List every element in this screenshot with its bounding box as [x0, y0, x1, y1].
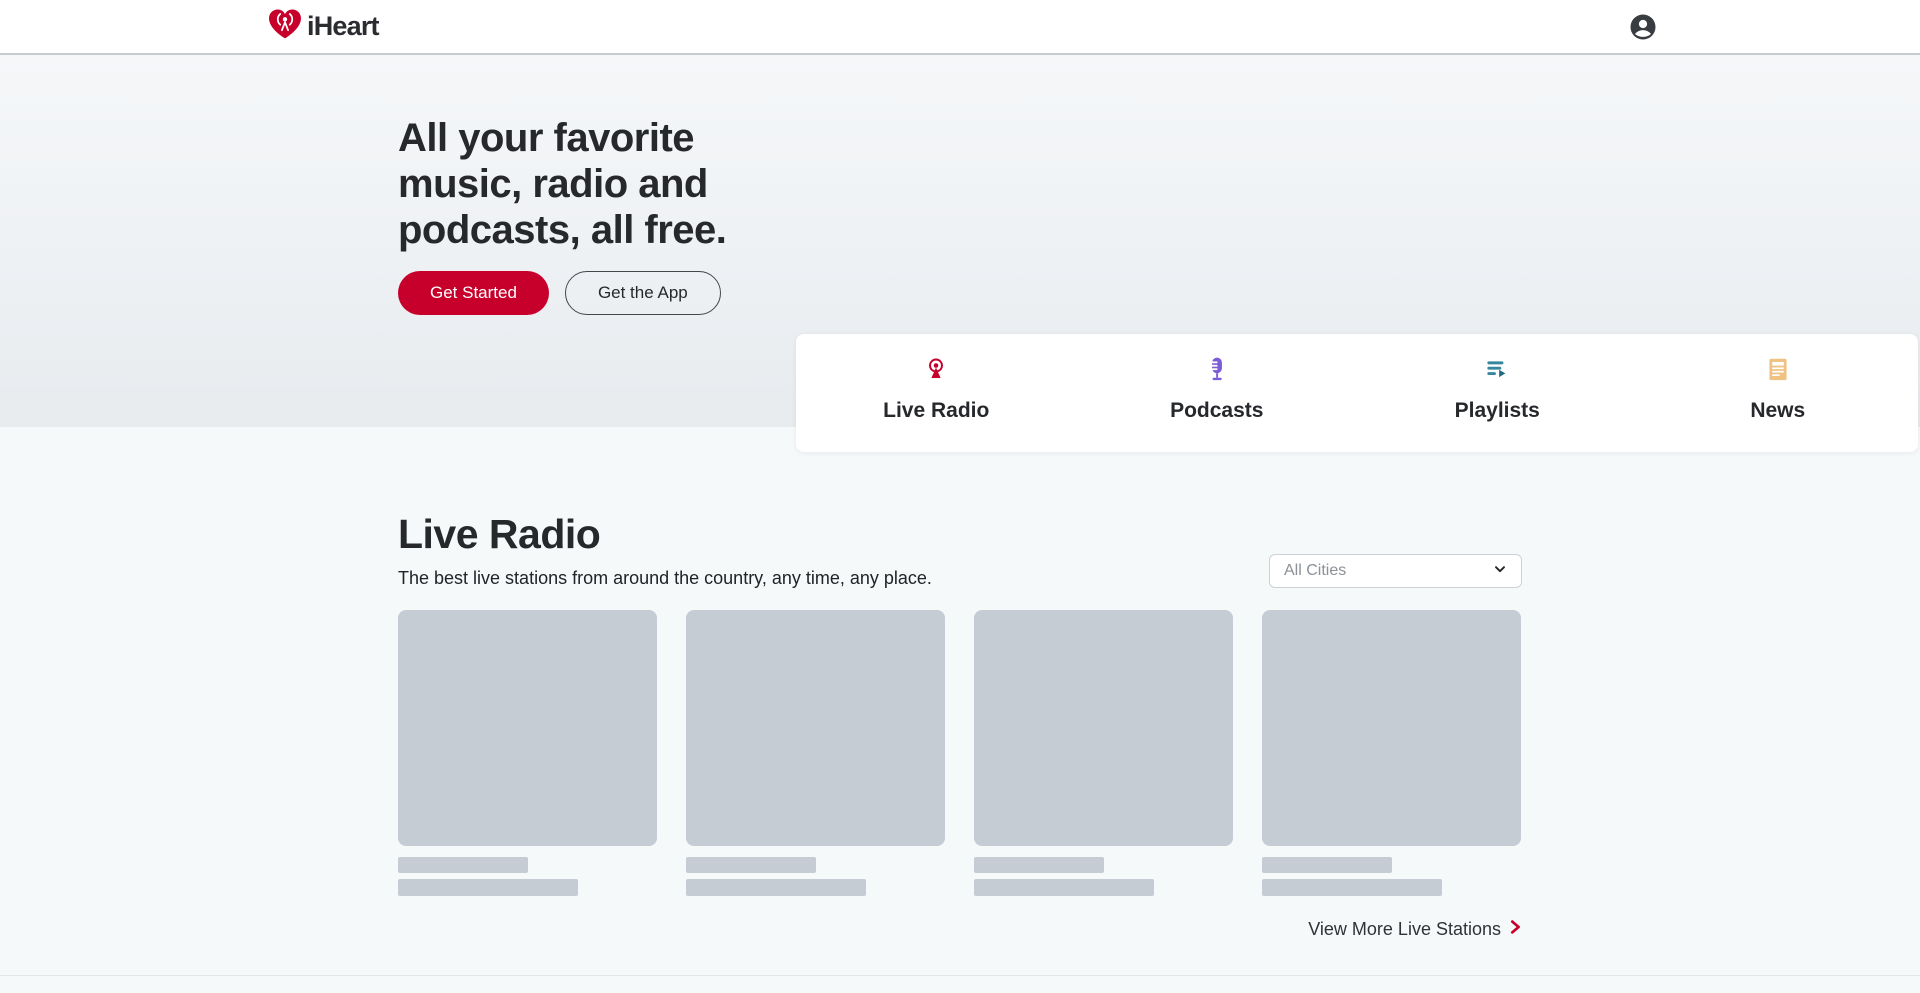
hero-heading-line: All your favorite [398, 115, 1920, 161]
skeleton-text-bar [686, 857, 816, 873]
station-tile-placeholder[interactable] [1262, 610, 1521, 846]
broadcast-icon [921, 355, 951, 390]
station-tile-placeholder[interactable] [686, 610, 945, 846]
skeleton-text-bar [974, 879, 1154, 896]
station-tile-placeholder[interactable] [398, 610, 657, 846]
view-more-row: View More Live Stations [398, 918, 1522, 941]
category-label: Playlists [1455, 399, 1540, 423]
skeleton-text-bar [1262, 879, 1442, 896]
chevron-down-icon [1492, 561, 1508, 582]
station-card-placeholder [686, 610, 945, 896]
top-nav: iHeart [0, 0, 1920, 55]
station-grid [398, 610, 1522, 896]
station-card-placeholder [398, 610, 657, 896]
account-circle-icon [1628, 30, 1658, 45]
city-filter-dropdown[interactable]: All Cities [1269, 554, 1522, 588]
skeleton-text-bar [398, 857, 528, 873]
station-tile-placeholder[interactable] [974, 610, 1233, 846]
category-label: News [1750, 399, 1805, 423]
hero-heading-line: podcasts, all free. [398, 207, 1920, 253]
category-item-live-radio[interactable]: Live Radio [796, 334, 1077, 452]
category-label: Podcasts [1170, 399, 1263, 423]
section-divider [0, 975, 1920, 976]
account-button[interactable] [1628, 12, 1658, 42]
hero-heading: All your favorite music, radio and podca… [398, 55, 1920, 253]
iheart-logo-icon [266, 8, 304, 46]
hero-section: All your favorite music, radio and podca… [0, 55, 1920, 427]
station-card-placeholder [974, 610, 1233, 896]
iheart-logo-text: iHeart [307, 11, 379, 42]
chevron-right-icon [1508, 918, 1522, 941]
get-started-button[interactable]: Get Started [398, 271, 549, 315]
skeleton-text-bar [398, 879, 578, 896]
live-radio-section: Live Radio The best live stations from a… [0, 427, 1920, 993]
live-radio-subtitle: The best live stations from around the c… [398, 568, 932, 589]
view-more-label: View More Live Stations [1308, 919, 1501, 940]
microphone-icon [1202, 355, 1232, 390]
hero-buttons: Get Started Get the App [398, 271, 1920, 315]
get-the-app-button[interactable]: Get the App [565, 271, 721, 315]
hero-heading-line: music, radio and [398, 161, 1920, 207]
iheart-logo[interactable]: iHeart [266, 8, 379, 46]
playlist-icon [1482, 355, 1512, 390]
city-filter-value: All Cities [1284, 562, 1346, 580]
station-card-placeholder [1262, 610, 1521, 896]
category-item-podcasts[interactable]: Podcasts [1077, 334, 1358, 452]
view-more-live-stations-link[interactable]: View More Live Stations [1308, 918, 1522, 941]
category-label: Live Radio [883, 399, 989, 423]
skeleton-text-bar [974, 857, 1104, 873]
category-item-playlists[interactable]: Playlists [1357, 334, 1638, 452]
skeleton-text-bar [686, 879, 866, 896]
skeleton-text-bar [1262, 857, 1392, 873]
live-radio-title: Live Radio [398, 513, 932, 555]
newspaper-icon [1763, 355, 1793, 390]
live-radio-header-text: Live Radio The best live stations from a… [398, 513, 932, 589]
category-card: Live Radio Podcasts [796, 334, 1918, 452]
category-item-news[interactable]: News [1638, 334, 1919, 452]
live-radio-header: Live Radio The best live stations from a… [398, 513, 1522, 589]
